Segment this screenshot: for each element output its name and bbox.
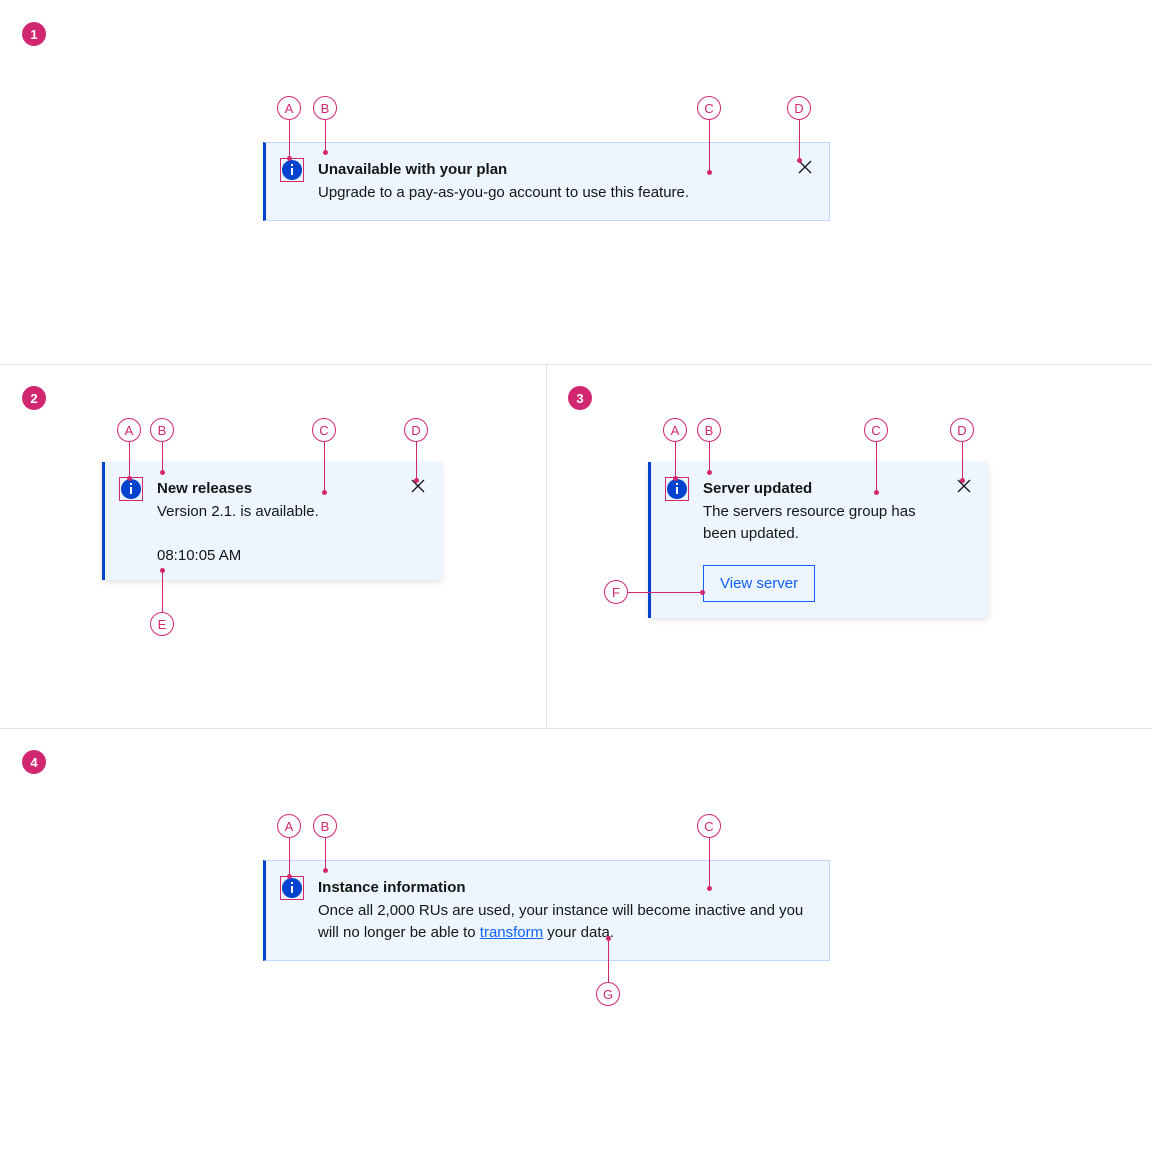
close-icon[interactable] — [956, 478, 972, 602]
annotation-G: G — [596, 982, 620, 1006]
info-icon — [121, 479, 141, 499]
section-badge-3: 3 — [568, 386, 592, 410]
annotation-C: C — [697, 814, 721, 838]
annotation-D: D — [950, 418, 974, 442]
annotation-A: A — [117, 418, 141, 442]
annotation-B: B — [697, 418, 721, 442]
annotation-A: A — [663, 418, 687, 442]
section-badge-4: 4 — [22, 750, 46, 774]
info-icon — [667, 479, 687, 499]
view-server-button[interactable]: View server — [703, 565, 815, 602]
notification-inline-plan: Unavailable with your plan Upgrade to a … — [263, 142, 830, 221]
close-icon[interactable] — [410, 478, 426, 564]
section-badge-1: 1 — [22, 22, 46, 46]
annotation-C: C — [312, 418, 336, 442]
section-badge-2: 2 — [22, 386, 46, 410]
annotation-D: D — [404, 418, 428, 442]
notification-title: Unavailable with your plan — [318, 159, 785, 180]
transform-link[interactable]: transform — [480, 924, 543, 941]
info-icon — [282, 160, 302, 180]
annotation-E: E — [150, 612, 174, 636]
annotation-D: D — [787, 96, 811, 120]
info-icon — [282, 878, 302, 898]
annotation-A: A — [277, 814, 301, 838]
notification-message: Version 2.1. is available. — [157, 501, 398, 523]
annotation-C: C — [697, 96, 721, 120]
notification-title: Server updated — [703, 478, 944, 499]
notification-message: Upgrade to a pay-as-you-go account to us… — [318, 182, 785, 204]
annotation-B: B — [313, 96, 337, 120]
notification-timestamp: 08:10:05 AM — [157, 547, 398, 564]
notification-toast-releases: New releases Version 2.1. is available. … — [102, 462, 442, 580]
annotation-A: A — [277, 96, 301, 120]
annotation-C: C — [864, 418, 888, 442]
notification-inline-instance: Instance information Once all 2,000 RUs … — [263, 860, 830, 961]
notification-message: The servers resource group has been upda… — [703, 501, 944, 545]
annotation-B: B — [150, 418, 174, 442]
annotation-B: B — [313, 814, 337, 838]
notification-toast-server: Server updated The servers resource grou… — [648, 462, 988, 618]
close-icon[interactable] — [797, 159, 813, 204]
notification-title: New releases — [157, 478, 398, 499]
notification-message: Once all 2,000 RUs are used, your instan… — [318, 900, 813, 944]
annotation-F: F — [604, 580, 628, 604]
notification-title: Instance information — [318, 877, 813, 898]
